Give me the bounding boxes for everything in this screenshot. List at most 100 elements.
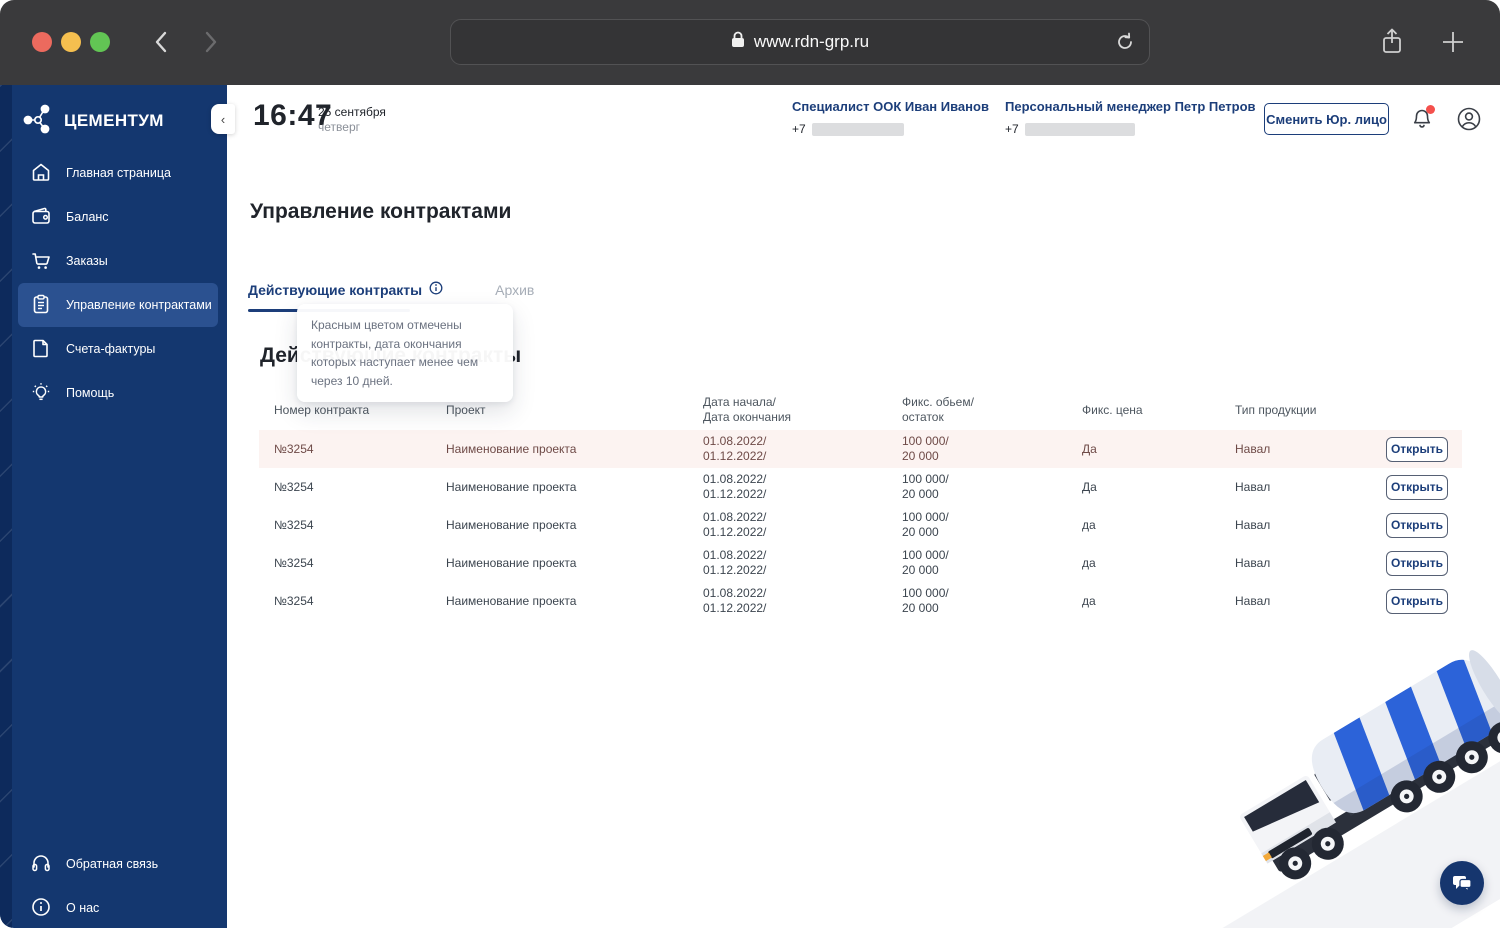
sidebar-collapse-button[interactable]: ‹ [211, 104, 235, 134]
sidebar-item-label: Помощь [66, 386, 115, 400]
contract-number: №3254 [274, 442, 314, 456]
redacted-phone [1024, 122, 1135, 136]
contract-dates: 01.08.2022/ 01.12.2022/ [703, 548, 767, 577]
contract-volume: 100 000/ 20 000 [902, 586, 949, 615]
product-type: Навал [1235, 518, 1271, 532]
specialist-name: Специалист ООК Иван Иванов [792, 99, 989, 114]
project-name: Наименование проекта [446, 594, 577, 608]
phone-prefix: +7 [1005, 122, 1019, 136]
weekday-text: четверг [318, 120, 360, 134]
open-contract-button[interactable]: Открыть [1386, 588, 1448, 614]
tab-info-icon[interactable] [429, 281, 443, 298]
contract-dates: 01.08.2022/ 01.12.2022/ [703, 434, 767, 463]
page-title: Управление контрактами [250, 200, 512, 223]
cart-icon [30, 249, 52, 274]
contract-dates: 01.08.2022/ 01.12.2022/ [703, 510, 767, 539]
contract-number: №3254 [274, 480, 314, 494]
contract-volume: 100 000/ 20 000 [902, 434, 949, 463]
open-contract-button[interactable]: Открыть [1386, 474, 1448, 500]
col-product-type: Тип продукции [1235, 403, 1317, 417]
open-contract-button[interactable]: Открыть [1386, 512, 1448, 538]
notification-dot [1426, 105, 1435, 114]
open-contract-button[interactable]: Открыть [1386, 436, 1448, 462]
col-project: Проект [446, 403, 486, 417]
logo-mark-icon [22, 101, 56, 140]
sidebar-item-label: Баланс [66, 210, 109, 224]
redacted-phone [811, 122, 904, 136]
logo-text: ЦЕМЕНТУМ [64, 110, 164, 130]
project-name: Наименование проекта [446, 480, 577, 494]
notifications-button[interactable] [1407, 105, 1437, 135]
col-volume: Фикс. обьем/ остаток [902, 395, 974, 424]
invoice-icon [30, 337, 52, 362]
sidebar-item-contracts[interactable]: Управление контрактами [18, 283, 218, 327]
contracts-table: Номер контракта Проект Дата начала/ Дата… [259, 390, 1462, 620]
sidebar-item-label: Обратная связь [66, 857, 159, 871]
tab-active-contracts[interactable]: Действующие контракты [248, 281, 443, 298]
back-icon[interactable] [148, 28, 176, 56]
table-row: №3254 Наименование проекта 01.08.2022/ 0… [259, 468, 1462, 506]
browser-chrome: www.rdn-grp.ru [0, 0, 1500, 85]
tab-archive[interactable]: Архив [495, 282, 534, 298]
address-bar[interactable]: www.rdn-grp.ru [450, 19, 1150, 65]
sidebar-item-help[interactable]: Помощь [18, 371, 218, 415]
contract-number: №3254 [274, 518, 314, 532]
col-fixed-price: Фикс. цена [1082, 403, 1143, 417]
home-icon [30, 161, 52, 186]
product-type: Навал [1235, 480, 1271, 494]
product-type: Навал [1235, 556, 1271, 570]
fixed-price: да [1082, 518, 1096, 532]
contract-volume: 100 000/ 20 000 [902, 548, 949, 577]
wallet-icon [30, 205, 52, 230]
contract-dates: 01.08.2022/ 01.12.2022/ [703, 472, 767, 501]
sidebar-item-label: Счета-фактуры [66, 342, 156, 356]
table-row: №3254 Наименование проекта 01.08.2022/ 0… [259, 430, 1462, 468]
phone-prefix: +7 [792, 122, 806, 136]
col-dates: Дата начала/ Дата окончания [703, 395, 792, 424]
manager-name: Персональный менеджер Петр Петров [1005, 99, 1256, 114]
sidebar-item-orders[interactable]: Заказы [18, 239, 218, 283]
open-contract-button[interactable]: Открыть [1386, 550, 1448, 576]
fixed-price: да [1082, 556, 1096, 570]
product-type: Навал [1235, 594, 1271, 608]
new-tab-icon[interactable] [1437, 26, 1469, 63]
forward-icon[interactable] [196, 28, 224, 56]
info-icon [30, 896, 52, 921]
sidebar-item-home[interactable]: Главная страница [18, 151, 218, 195]
reload-icon[interactable] [1113, 30, 1137, 59]
tab-label: Архив [495, 281, 535, 298]
sidebar-item-label: Главная страница [66, 166, 171, 180]
tab-label: Действующие контракты [248, 281, 423, 298]
headphones-icon [30, 852, 52, 877]
change-legal-entity-button[interactable]: Сменить Юр. лицо [1264, 103, 1389, 135]
sidebar-item-about[interactable]: О нас [18, 886, 218, 928]
sidebar-item-label: Заказы [66, 254, 108, 268]
bulb-icon [30, 381, 52, 406]
share-icon[interactable] [1377, 26, 1407, 63]
sidebar-item-balance[interactable]: Баланс [18, 195, 218, 239]
sidebar-item-feedback[interactable]: Обратная связь [18, 842, 218, 886]
project-name: Наименование проекта [446, 556, 577, 570]
minimize-window-button[interactable] [61, 32, 81, 52]
fixed-price: Да [1082, 442, 1097, 456]
chat-button[interactable] [1440, 861, 1484, 905]
close-window-button[interactable] [32, 32, 52, 52]
app-area: ЦЕМЕНТУМ ‹ Главная страница Баланс Заказ… [0, 85, 1500, 928]
contract-number: №3254 [274, 556, 314, 570]
date-text: 25 сентября [318, 105, 386, 119]
product-type: Навал [1235, 442, 1271, 456]
profile-button[interactable] [1455, 105, 1483, 133]
manager-contact: Персональный менеджер Петр Петров +7 [1005, 99, 1256, 136]
maximize-window-button[interactable] [90, 32, 110, 52]
sidebar: ЦЕМЕНТУМ ‹ Главная страница Баланс Заказ… [0, 85, 235, 928]
project-name: Наименование проекта [446, 442, 577, 456]
col-number: Номер контракта [274, 403, 370, 417]
fixed-price: Да [1082, 480, 1097, 494]
table-row: №3254 Наименование проекта 01.08.2022/ 0… [259, 506, 1462, 544]
project-name: Наименование проекта [446, 518, 577, 532]
contract-dates: 01.08.2022/ 01.12.2022/ [703, 586, 767, 615]
table-row: №3254 Наименование проекта 01.08.2022/ 0… [259, 582, 1462, 620]
url-text: www.rdn-grp.ru [753, 32, 870, 51]
sidebar-item-invoices[interactable]: Счета-фактуры [18, 327, 218, 371]
contract-number: №3254 [274, 594, 314, 608]
